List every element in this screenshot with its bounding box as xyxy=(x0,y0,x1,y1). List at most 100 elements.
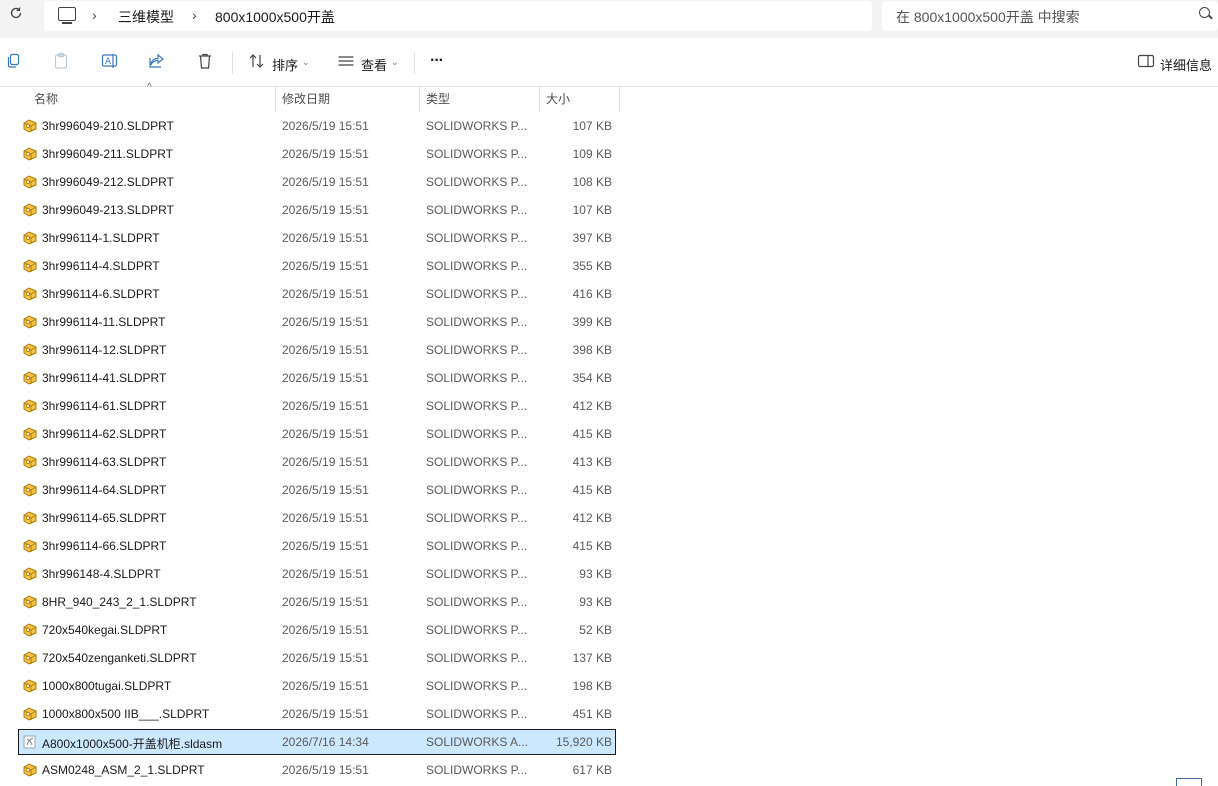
file-row[interactable]: 3hr996049-212.SLDPRT 2026/5/19 15:51 SOLID… xyxy=(18,169,616,195)
solidworks-part-icon xyxy=(22,287,38,301)
solidworks-part-icon xyxy=(22,371,38,385)
file-date: 2026/5/19 15:51 xyxy=(282,259,369,273)
file-name: 3hr996114-11.SLDPRT xyxy=(42,315,166,329)
column-header-row: 名称 ^ 修改日期 类型 大小 xyxy=(0,82,1218,112)
solidworks-part-icon xyxy=(22,343,38,357)
view-icon xyxy=(338,56,354,66)
breadcrumb-item[interactable]: 三维模型 xyxy=(118,7,174,27)
file-row[interactable]: 3hr996049-211.SLDPRT 2026/5/19 15:51 SOLID… xyxy=(18,141,616,167)
file-row[interactable]: 3hr996114-62.SLDPRT 2026/5/19 15:51 SOLIDW… xyxy=(18,421,616,447)
sort-label: 排序 xyxy=(272,58,299,73)
solidworks-part-icon xyxy=(22,595,38,609)
file-row[interactable]: 3hr996114-4.SLDPRT 2026/5/19 15:51 SOLIDWO… xyxy=(18,253,616,279)
file-name: 3hr996114-64.SLDPRT xyxy=(42,483,167,497)
file-row[interactable]: 3hr996114-11.SLDPRT 2026/5/19 15:51 SOLIDW… xyxy=(18,309,616,335)
solidworks-part-icon xyxy=(22,455,38,469)
column-resize-handle[interactable] xyxy=(275,86,276,112)
column-resize-handle[interactable] xyxy=(539,86,540,112)
file-date: 2026/5/19 15:51 xyxy=(282,119,369,133)
file-row[interactable]: 3hr996114-64.SLDPRT 2026/5/19 15:51 SOLIDW… xyxy=(18,477,616,503)
file-row[interactable]: 3hr996148-4.SLDPRT 2026/5/19 15:51 SOLIDWO… xyxy=(18,561,616,587)
file-type: SOLIDWORKS A... xyxy=(426,735,529,749)
file-row[interactable]: 3hr996049-213.SLDPRT 2026/5/19 15:51 SOLID… xyxy=(18,197,616,223)
paste-icon[interactable] xyxy=(53,52,69,74)
file-type: SOLIDWORKS P... xyxy=(426,567,528,581)
toolbar-divider xyxy=(414,52,415,74)
file-date: 2026/5/19 15:51 xyxy=(282,371,369,385)
file-size: 107 KB xyxy=(572,119,612,133)
file-row[interactable]: 3hr996114-41.SLDPRT 2026/5/19 15:51 SOLIDW… xyxy=(18,365,616,391)
file-row[interactable]: 3hr996114-65.SLDPRT 2026/5/19 15:51 SOLIDW… xyxy=(18,505,616,531)
file-size: 93 KB xyxy=(579,595,612,609)
file-type: SOLIDWORKS P... xyxy=(426,231,528,245)
file-type: SOLIDWORKS P... xyxy=(426,763,528,777)
file-row[interactable]: 8HR_940_243_2_1.SLDPRT 2026/5/19 15:51 SOL… xyxy=(18,589,616,615)
copy-icon[interactable] xyxy=(6,52,22,74)
file-date: 2026/5/19 15:51 xyxy=(282,343,369,357)
chevron-right-icon[interactable]: › xyxy=(192,7,197,23)
file-date: 2026/5/19 15:51 xyxy=(282,427,369,441)
solidworks-part-icon xyxy=(22,231,38,245)
solidworks-part-icon xyxy=(22,707,38,721)
breadcrumb-item-current[interactable]: 800x1000x500开盖 xyxy=(215,7,335,27)
file-name: 720x540kegai.SLDPRT xyxy=(42,623,168,637)
more-options-button[interactable]: ··· xyxy=(430,52,454,74)
file-size: 413 KB xyxy=(572,455,612,469)
column-resize-handle[interactable] xyxy=(419,86,420,112)
file-row[interactable]: 1000x800x500 IIB___.SLDPRT 2026/5/19 15:5… xyxy=(18,701,616,727)
file-date: 2026/5/19 15:51 xyxy=(282,483,369,497)
solidworks-part-icon xyxy=(22,147,38,161)
refresh-icon[interactable] xyxy=(6,6,26,24)
file-size: 109 KB xyxy=(572,147,612,161)
column-header-size[interactable]: 大小 xyxy=(546,86,570,112)
file-row[interactable]: 3hr996114-66.SLDPRT 2026/5/19 15:51 SOLIDW… xyxy=(18,533,616,559)
chevron-right-icon[interactable]: › xyxy=(92,7,97,23)
file-date: 2026/5/19 15:51 xyxy=(282,623,369,637)
file-name: 3hr996114-66.SLDPRT xyxy=(42,539,167,553)
column-header-date[interactable]: 修改日期 xyxy=(282,86,330,112)
column-header-type[interactable]: 类型 xyxy=(426,86,450,112)
file-size: 415 KB xyxy=(572,539,612,553)
rename-icon[interactable]: A xyxy=(101,52,119,74)
file-row-selected[interactable]: A800x1000x500-开盖机柜.sldasm 2026/7/16 14:34… xyxy=(18,729,616,755)
file-date: 2026/5/19 15:51 xyxy=(282,147,369,161)
file-row[interactable]: 3hr996114-61.SLDPRT 2026/5/19 15:51 SOLIDW… xyxy=(18,393,616,419)
search-box[interactable]: 在 800x1000x500开盖 中搜索 xyxy=(882,1,1218,31)
column-resize-handle[interactable] xyxy=(619,86,620,112)
file-row[interactable]: ASM0248_ASM_2_1.SLDPRT 2026/5/19 15:51 SOL… xyxy=(18,757,616,783)
file-row[interactable]: 1000x800tugai.SLDPRT 2026/5/19 15:51 SOLID… xyxy=(18,673,616,699)
file-type: SOLIDWORKS P... xyxy=(426,287,528,301)
file-row[interactable]: 3hr996114-63.SLDPRT 2026/5/19 15:51 SOLIDW… xyxy=(18,449,616,475)
file-size: 93 KB xyxy=(579,567,612,581)
breadcrumb[interactable]: › 三维模型 › 800x1000x500开盖 xyxy=(44,1,872,31)
file-type: SOLIDWORKS P... xyxy=(426,623,528,637)
file-row[interactable]: 3hr996049-210.SLDPRT 2026/5/19 15:51 SOLID… xyxy=(18,113,616,139)
file-name: 3hr996114-65.SLDPRT xyxy=(42,511,167,525)
sort-ascending-icon: ^ xyxy=(147,82,152,93)
column-header-name[interactable]: 名称 xyxy=(34,86,58,112)
file-name: 3hr996114-61.SLDPRT xyxy=(42,399,167,413)
search-input[interactable]: 在 800x1000x500开盖 中搜索 xyxy=(896,7,1080,27)
file-size: 398 KB xyxy=(572,343,612,357)
solidworks-part-icon xyxy=(22,315,38,329)
details-pane-button[interactable]: 详细信息 xyxy=(1137,52,1217,74)
file-date: 2026/5/19 15:51 xyxy=(282,203,369,217)
file-name: 3hr996114-12.SLDPRT xyxy=(42,343,167,357)
file-row[interactable]: 720x540kegai.SLDPRT 2026/5/19 15:51 SOLIDW… xyxy=(18,617,616,643)
file-row[interactable]: 3hr996114-6.SLDPRT 2026/5/19 15:51 SOLIDWO… xyxy=(18,281,616,307)
file-size: 137 KB xyxy=(572,651,612,665)
sort-button[interactable]: 排序 ⌄ xyxy=(248,52,312,74)
file-name: 3hr996049-211.SLDPRT xyxy=(42,147,173,161)
search-icon[interactable] xyxy=(1199,7,1210,18)
view-button[interactable]: 查看 ⌄ xyxy=(337,52,401,74)
file-row[interactable]: 720x540zenganketi.SLDPRT 2026/5/19 15:51 S… xyxy=(18,645,616,671)
this-pc-icon[interactable] xyxy=(58,7,76,24)
share-icon[interactable] xyxy=(148,52,166,74)
file-size: 399 KB xyxy=(572,315,612,329)
file-row[interactable]: 3hr996114-1.SLDPRT 2026/5/19 15:51 SOLIDWO… xyxy=(18,225,616,251)
file-row[interactable]: 3hr996114-12.SLDPRT 2026/5/19 15:51 SOLIDW… xyxy=(18,337,616,363)
file-type: SOLIDWORKS P... xyxy=(426,119,528,133)
delete-icon[interactable] xyxy=(197,52,213,74)
file-type: SOLIDWORKS P... xyxy=(426,343,528,357)
file-size: 451 KB xyxy=(572,707,612,721)
